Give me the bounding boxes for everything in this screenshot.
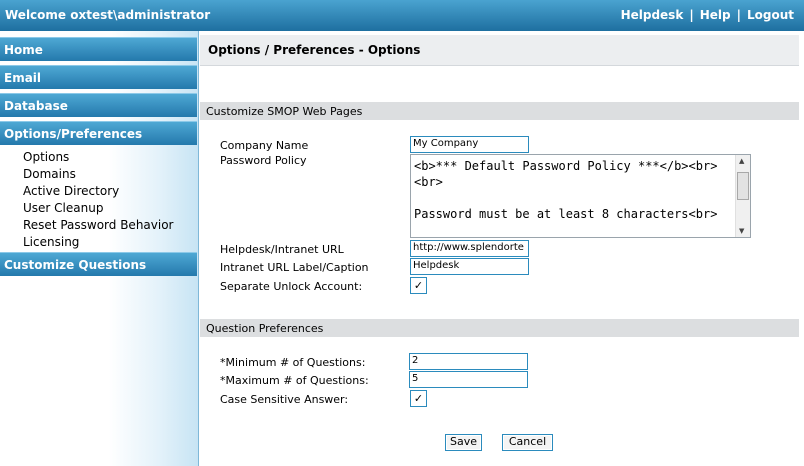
customize-section-header: Customize SMOP Web Pages bbox=[200, 102, 799, 120]
sidebar-item-user-cleanup[interactable]: User Cleanup bbox=[23, 201, 103, 215]
password-policy-textarea[interactable]: <b>*** Default Password Policy ***</b><b… bbox=[410, 154, 751, 238]
password-policy-text: <b>*** Default Password Policy ***</b><b… bbox=[414, 159, 718, 221]
scroll-thumb[interactable] bbox=[737, 172, 749, 200]
helpdesk-url-field[interactable]: http://www.splendorte bbox=[410, 240, 529, 257]
link-separator: | bbox=[689, 8, 694, 22]
sidebar-item-options[interactable]: Options bbox=[23, 150, 69, 164]
max-questions-label: *Maximum # of Questions: bbox=[220, 374, 369, 387]
textarea-scrollbar[interactable]: ▲ ▼ bbox=[735, 155, 750, 237]
min-questions-label: *Minimum # of Questions: bbox=[220, 356, 366, 369]
sidebar-item-domains[interactable]: Domains bbox=[23, 167, 76, 181]
cancel-button[interactable]: Cancel bbox=[502, 434, 553, 451]
page-title: Options / Preferences - Options bbox=[200, 35, 799, 66]
sidebar-item-active-directory[interactable]: Active Directory bbox=[23, 184, 119, 198]
sidebar-item-reset-password-behavior[interactable]: Reset Password Behavior bbox=[23, 218, 174, 232]
case-sensitive-label: Case Sensitive Answer: bbox=[220, 393, 349, 406]
question-preferences-header: Question Preferences bbox=[200, 319, 799, 337]
top-links: Helpdesk | Help | Logout bbox=[621, 8, 794, 22]
password-policy-label: Password Policy bbox=[220, 154, 307, 167]
logout-link[interactable]: Logout bbox=[747, 8, 794, 22]
helpdesk-link[interactable]: Helpdesk bbox=[621, 8, 684, 22]
scroll-down-arrow-icon[interactable]: ▼ bbox=[739, 227, 744, 235]
max-questions-field[interactable]: 5 bbox=[409, 371, 528, 388]
company-name-label: Company Name bbox=[220, 139, 309, 152]
intranet-caption-field[interactable]: Helpdesk bbox=[410, 258, 529, 275]
top-bar: Welcome oxtest\administrator Helpdesk | He… bbox=[0, 0, 804, 31]
min-questions-field[interactable]: 2 bbox=[409, 353, 528, 370]
main-content: Options / Preferences - Options Customiz… bbox=[200, 31, 804, 466]
link-separator: | bbox=[736, 8, 741, 22]
separate-unlock-checkbox[interactable]: ✓ bbox=[410, 277, 427, 294]
scroll-up-arrow-icon[interactable]: ▲ bbox=[739, 157, 744, 165]
company-name-field[interactable]: My Company bbox=[410, 136, 529, 153]
nav-database[interactable]: Database bbox=[0, 93, 197, 117]
case-sensitive-checkbox[interactable]: ✓ bbox=[410, 390, 427, 407]
nav-customize-questions[interactable]: Customize Questions bbox=[0, 252, 197, 276]
welcome-text: Welcome oxtest\administrator bbox=[5, 8, 211, 22]
separate-unlock-label: Separate Unlock Account: bbox=[220, 280, 363, 293]
sidebar-item-licensing[interactable]: Licensing bbox=[23, 235, 79, 249]
nav-email[interactable]: Email bbox=[0, 65, 197, 89]
help-link[interactable]: Help bbox=[700, 8, 731, 22]
nav-home[interactable]: Home bbox=[0, 37, 197, 61]
nav-options-preferences[interactable]: Options/Preferences bbox=[0, 121, 197, 145]
intranet-caption-label: Intranet URL Label/Caption bbox=[220, 261, 369, 274]
sidebar: Home Email Database Options/Preferences … bbox=[0, 31, 199, 466]
save-button[interactable]: Save bbox=[445, 434, 482, 451]
helpdesk-url-label: Helpdesk/Intranet URL bbox=[220, 243, 344, 256]
